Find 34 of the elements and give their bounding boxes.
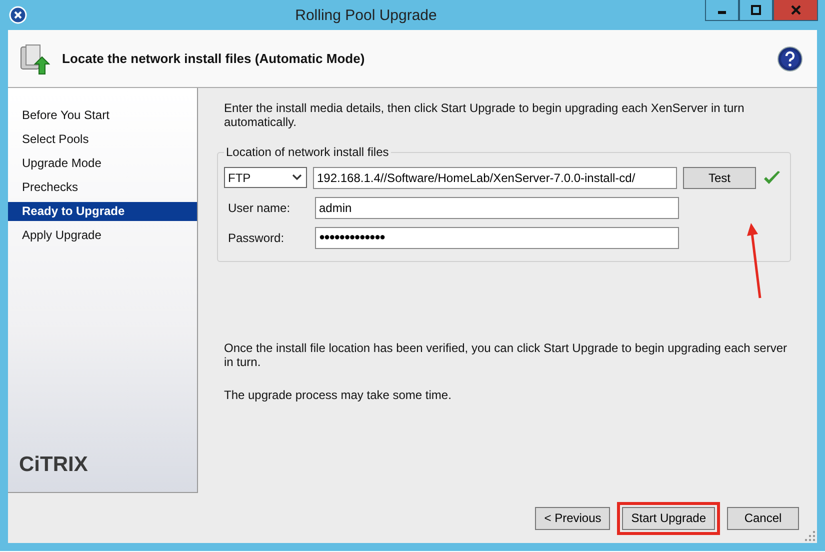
info-text: The upgrade process may take some time.	[224, 388, 452, 402]
server-upgrade-icon	[18, 42, 50, 74]
info-text: Once the install file location has been verified, you can click Start Upgrade to begin upgrading each server in turn.	[224, 341, 788, 369]
footer-button[interactable]: Cancel	[727, 506, 799, 530]
close-button[interactable]	[773, 0, 818, 21]
protocol-dropdown[interactable]: FTP	[224, 167, 307, 188]
chevron-icon	[292, 174, 302, 181]
sidebar-item[interactable]: Upgrade Mode	[8, 154, 197, 173]
window-title: Rolling Pool Upgrade	[294, 6, 438, 24]
footer-button[interactable]: < Previous	[535, 506, 610, 530]
sidebar-item[interactable]: Prechecks	[8, 178, 197, 197]
app-icon	[9, 6, 27, 24]
citrix-logo: CiTRIX	[19, 453, 88, 477]
sidebar-item[interactable]: Ready to Upgrade	[8, 202, 197, 221]
sidebar-item[interactable]: Apply Upgrade	[8, 226, 197, 245]
footer-button[interactable]: Start Upgrade	[622, 506, 715, 530]
dropdown-value: FTP	[228, 170, 251, 184]
instructions-text: Enter the install media details, then click Start Upgrade to begin upgrading each XenServer in turn automatically.	[224, 101, 746, 129]
url-field[interactable]: 192.168.1.4//Software/HomeLab/XenServer-7.0.0-install-cd/	[313, 166, 677, 188]
maximize-button[interactable]	[739, 0, 773, 21]
minimize-button[interactable]	[705, 0, 739, 21]
maximize-icon	[751, 5, 761, 15]
test-button[interactable]: Test	[683, 166, 756, 188]
sidebar-item[interactable]: Select Pools	[8, 130, 197, 149]
close-icon	[790, 5, 800, 15]
field-label: Password:	[227, 230, 286, 244]
page-heading: Locate the network install files (Automatic Mode)	[62, 51, 366, 66]
sidebar-item[interactable]: Before You Start	[8, 106, 197, 125]
field-label: User name:	[227, 200, 292, 214]
password-field[interactable]: ●●●●●●●●●●●●●	[315, 226, 679, 248]
username-field[interactable]: admin	[315, 196, 679, 218]
resize-grip-icon	[805, 531, 815, 541]
group-title: Location of network install files	[224, 145, 391, 159]
help-icon	[777, 46, 803, 72]
